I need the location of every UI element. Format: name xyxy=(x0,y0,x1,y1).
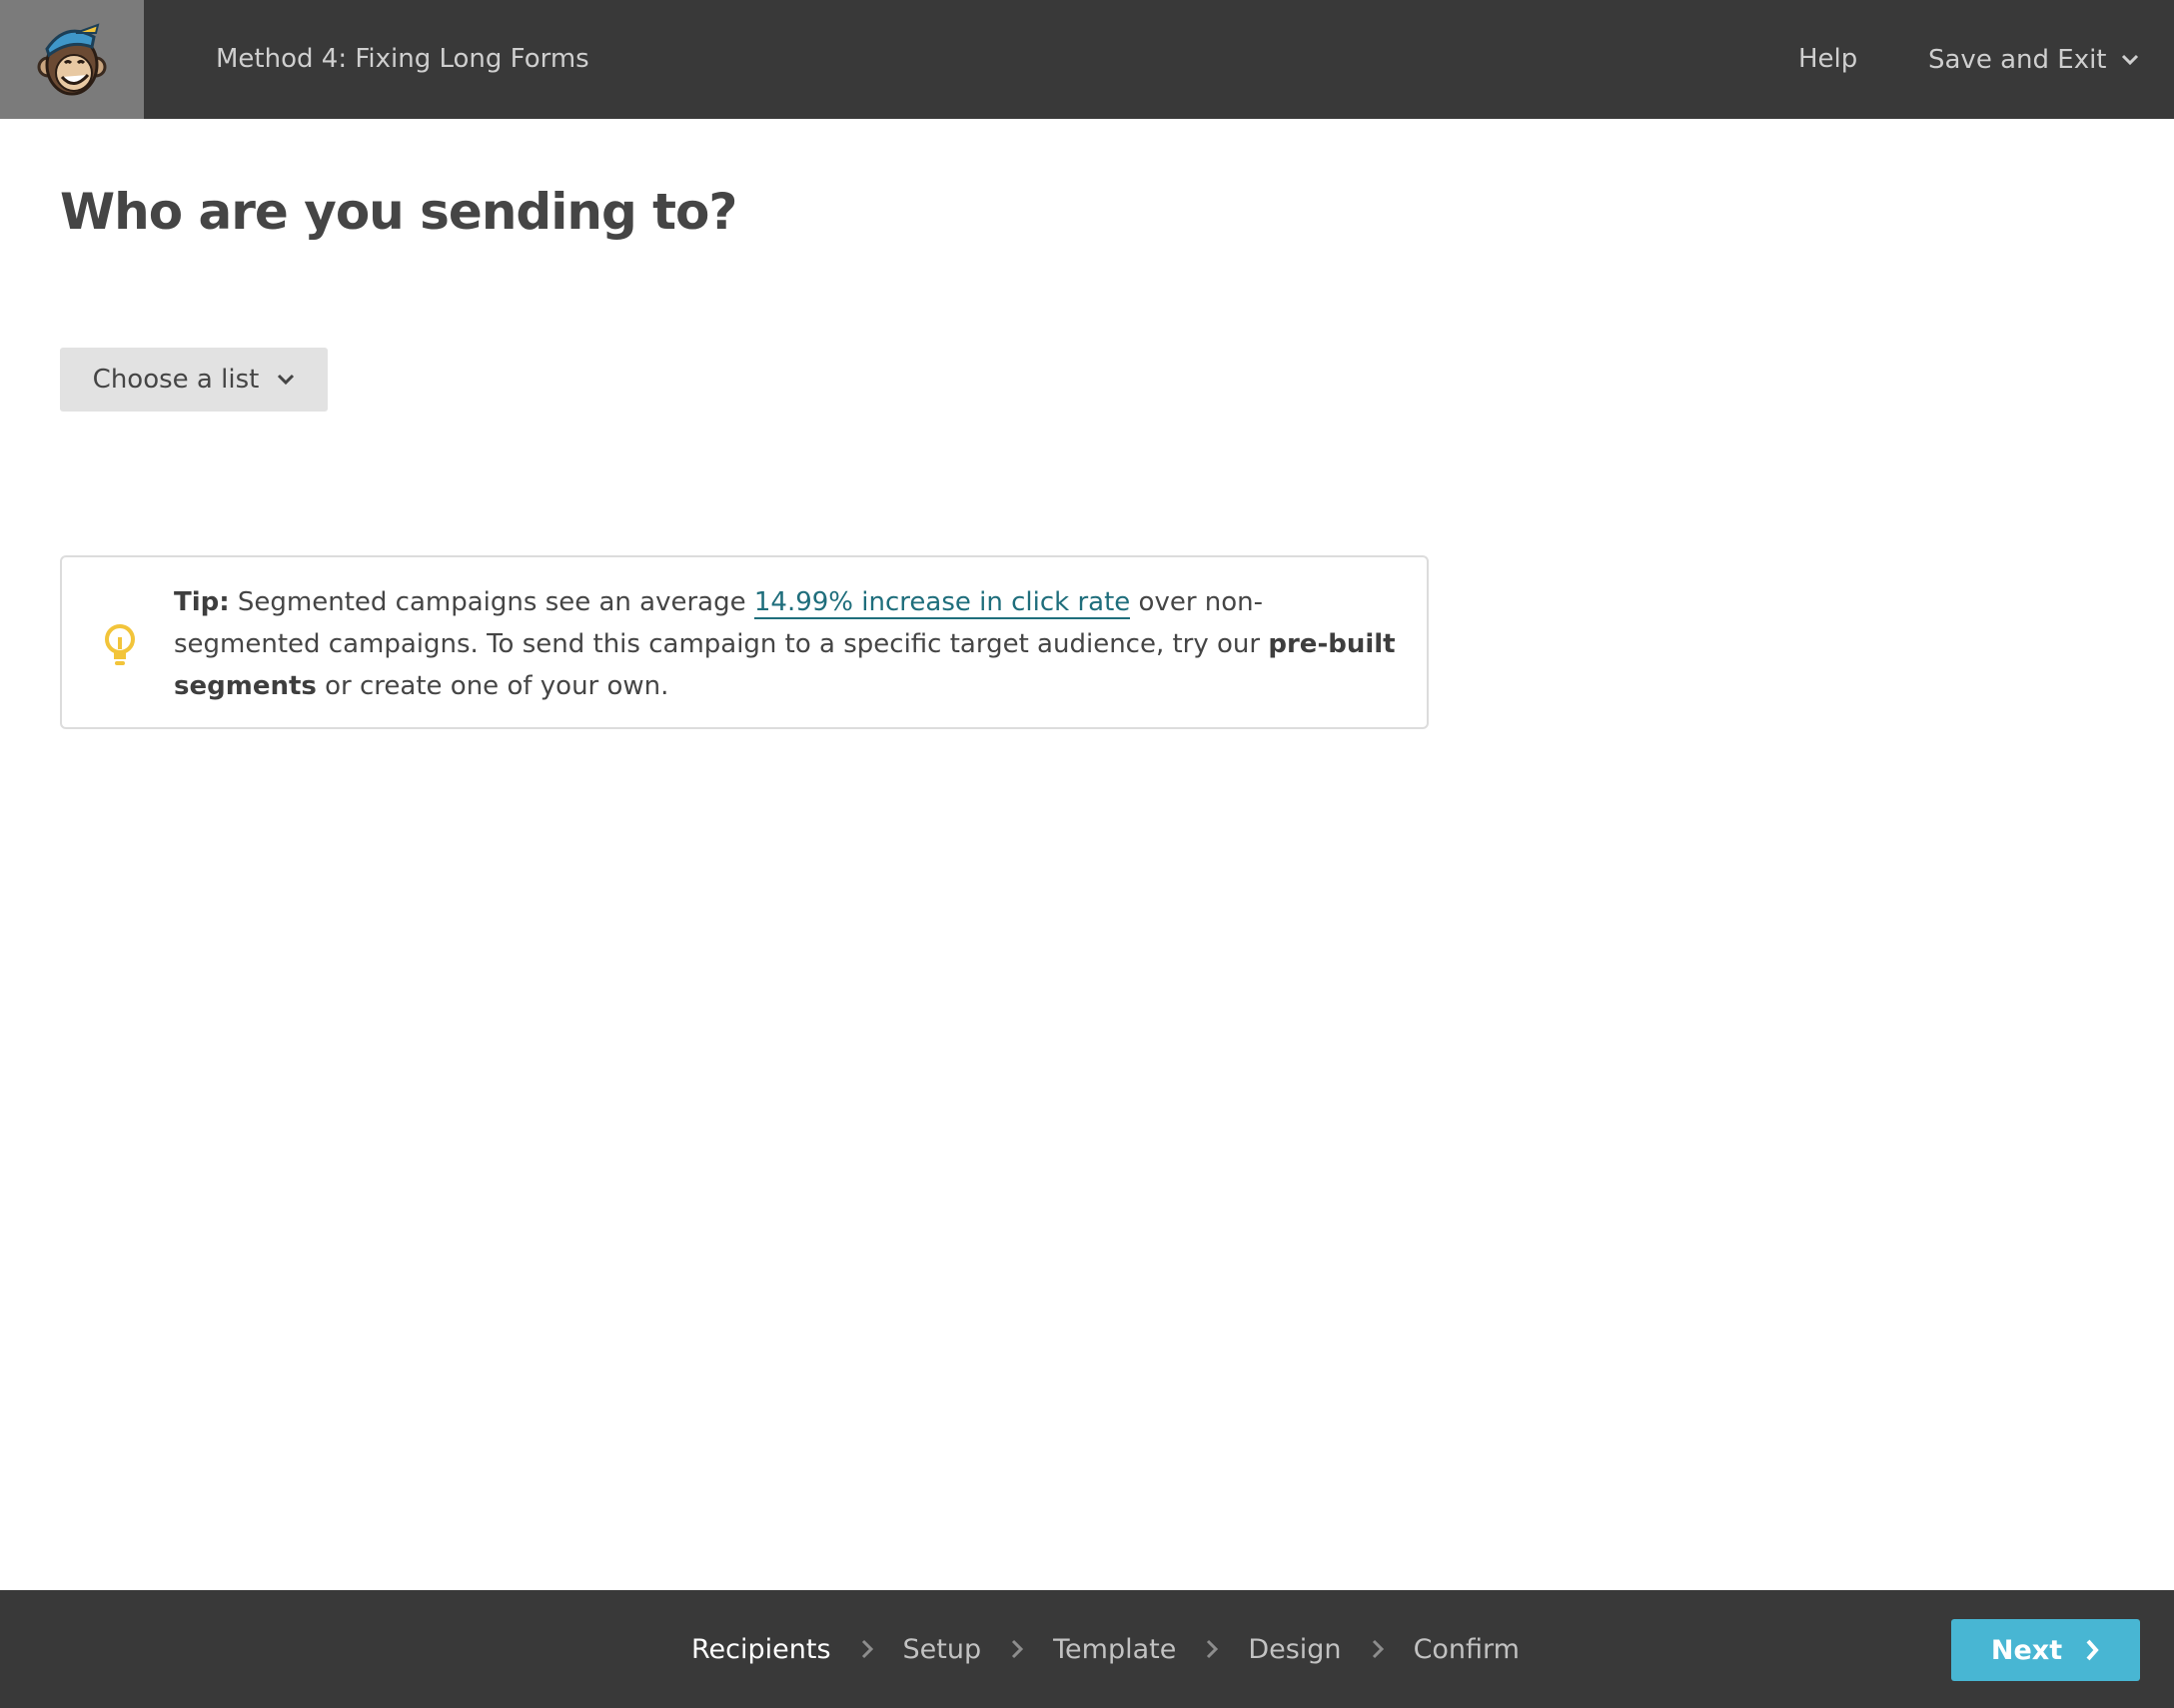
save-and-exit-menu[interactable]: Save and Exit xyxy=(1928,0,2139,119)
help-link[interactable]: Help xyxy=(1798,0,1857,119)
chevron-down-icon xyxy=(278,374,295,386)
tip-text-before-link: Segmented campaigns see an average xyxy=(229,587,754,617)
chevron-down-icon xyxy=(2121,54,2138,65)
tip-callout: Tip: Segmented campaigns see an average … xyxy=(60,555,1429,729)
chevron-right-icon xyxy=(1342,1638,1414,1660)
choose-list-dropdown[interactable]: Choose a list xyxy=(60,348,328,412)
logo-button[interactable] xyxy=(0,0,144,119)
chevron-right-icon xyxy=(1176,1638,1248,1660)
campaign-title: Method 4: Fixing Long Forms xyxy=(216,44,589,74)
click-rate-link[interactable]: 14.99% increase in click rate xyxy=(753,587,1131,619)
chevron-right-icon xyxy=(981,1638,1053,1660)
next-button[interactable]: Next xyxy=(1951,1619,2140,1681)
monkey-logo-icon xyxy=(37,22,107,95)
step-template[interactable]: Template xyxy=(1053,1634,1176,1665)
tip-text-end: or create one of your own. xyxy=(316,671,669,701)
next-label: Next xyxy=(1990,1634,2063,1666)
step-design[interactable]: Design xyxy=(1248,1634,1341,1665)
page-title: Who are you sending to? xyxy=(60,183,737,241)
campaign-steps: Recipients Setup Template Design Confirm xyxy=(691,1590,1520,1708)
chevron-right-icon xyxy=(2086,1639,2099,1661)
choose-list-label: Choose a list xyxy=(92,365,260,395)
top-bar: Method 4: Fixing Long Forms Help Save an… xyxy=(0,0,2174,119)
chevron-right-icon xyxy=(831,1638,903,1660)
step-confirm[interactable]: Confirm xyxy=(1414,1634,1520,1665)
tip-text: Tip: Segmented campaigns see an average … xyxy=(174,581,1403,707)
step-setup[interactable]: Setup xyxy=(903,1634,982,1665)
lightbulb-icon xyxy=(105,624,135,665)
save-and-exit-label: Save and Exit xyxy=(1928,44,2107,75)
tip-lead: Tip: xyxy=(174,587,230,617)
bottom-bar: Recipients Setup Template Design Confirm… xyxy=(0,1590,2174,1708)
step-recipients[interactable]: Recipients xyxy=(691,1634,831,1665)
